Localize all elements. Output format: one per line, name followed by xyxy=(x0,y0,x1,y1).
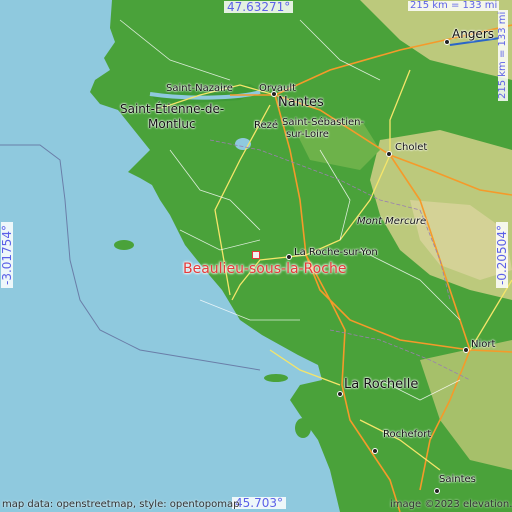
city-label-saint-nazaire[interactable]: Saint-Nazaire xyxy=(166,84,233,94)
location-marker-icon[interactable] xyxy=(252,251,260,259)
highlighted-place-label[interactable]: Beaulieu-sous-la-Roche xyxy=(183,262,346,276)
city-label-la-rochelle[interactable]: La Rochelle xyxy=(344,378,418,391)
city-label-cholet[interactable]: Cholet xyxy=(395,143,427,153)
map[interactable]: Angers Saint-Nazaire Orvault Nantes Sain… xyxy=(0,0,512,512)
city-label-saint-etienne-line2[interactable]: Montluc xyxy=(148,118,196,130)
la-rochelle-city-dot[interactable] xyxy=(337,391,343,397)
city-label-saint-etienne-line1[interactable]: Saint-Étienne-de- xyxy=(120,103,224,115)
latitude-bottom-label: 45.703° xyxy=(232,497,286,509)
city-label-nantes[interactable]: Nantes xyxy=(278,96,324,109)
longitude-right-label: -0.20504° xyxy=(495,222,509,288)
city-label-la-roche-sur-yon[interactable]: La Roche-sur-Yon xyxy=(294,248,378,258)
longitude-left-label: -3.01754° xyxy=(0,222,14,288)
island-yeu xyxy=(114,240,134,250)
latitude-top-label: 47.63271° xyxy=(224,1,294,13)
city-label-rochefort[interactable]: Rochefort xyxy=(383,430,431,440)
la-roche-sur-yon-city-dot[interactable] xyxy=(286,254,292,260)
city-label-niort[interactable]: Niort xyxy=(471,340,495,350)
scale-bar-right-label: 215 km = 133 mi xyxy=(497,9,508,101)
city-label-saint-sebastien-line1[interactable]: Saint-Sébastien- xyxy=(282,118,364,128)
city-label-orvault[interactable]: Orvault xyxy=(259,84,296,94)
niort-city-dot[interactable] xyxy=(463,347,469,353)
city-label-saint-sebastien-line2[interactable]: sur-Loire xyxy=(286,130,329,140)
rochefort-city-dot[interactable] xyxy=(372,448,378,454)
angers-city-dot[interactable] xyxy=(444,39,450,45)
island-oleron xyxy=(295,418,311,438)
image-attribution: image ©2023 elevation.city xyxy=(390,499,512,510)
peak-label-mont-mercure[interactable]: Mont Mercure xyxy=(357,217,426,227)
city-label-angers[interactable]: Angers xyxy=(452,28,494,40)
scale-bar-top-label: 215 km = 133 mi xyxy=(408,0,500,11)
island-re xyxy=(264,374,288,382)
city-label-reze[interactable]: Rezé xyxy=(254,121,278,131)
map-attribution: map data: openstreetmap, style: opentopo… xyxy=(2,499,240,510)
city-label-saintes[interactable]: Saintes xyxy=(439,475,476,485)
cholet-city-dot[interactable] xyxy=(386,151,392,157)
saintes-city-dot[interactable] xyxy=(434,488,440,494)
